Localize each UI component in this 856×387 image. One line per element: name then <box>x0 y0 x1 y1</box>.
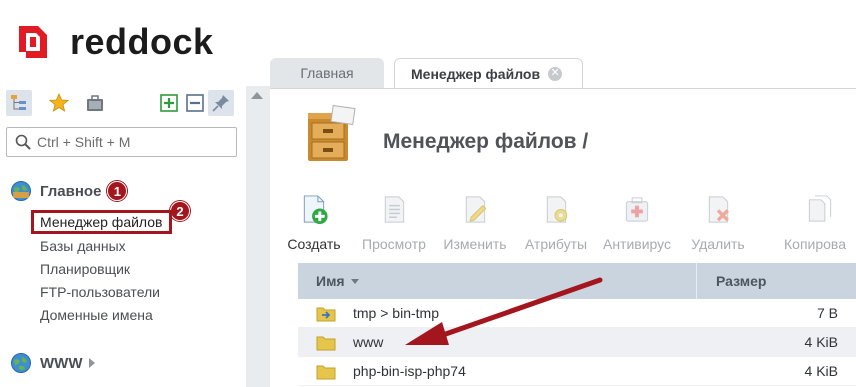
table-row[interactable]: www 4 KiB <box>298 328 856 357</box>
tree-icon <box>11 95 26 110</box>
tab-home[interactable]: Главная <box>270 58 384 88</box>
chevron-right-icon <box>89 358 96 368</box>
copy-icon <box>808 195 832 222</box>
globe-icon <box>11 181 31 201</box>
sidebar-toolbar <box>6 90 238 116</box>
tool-label: Копирова <box>784 236 846 252</box>
favorites-button[interactable] <box>46 90 72 116</box>
tab-label: Менеджер файлов <box>411 65 541 82</box>
file-cabinet-icon <box>308 105 356 161</box>
brand-name: reddock <box>70 21 214 62</box>
expand-all-icon <box>160 94 178 112</box>
step-badge: 1 <box>107 181 128 201</box>
copy-button[interactable]: Копирова <box>784 192 856 252</box>
nav-group-www[interactable]: WWW <box>10 352 96 374</box>
nav-group-main[interactable]: Главное 1 <box>10 180 128 202</box>
scroll-up-icon[interactable] <box>251 92 263 99</box>
antivirus-button[interactable]: Антивирус <box>597 192 677 252</box>
tool-label: Изменить <box>443 236 507 252</box>
file-size: 4 KiB <box>804 363 838 379</box>
step-badge: 2 <box>170 201 190 221</box>
table-row[interactable]: php-bin-isp-php74 4 KiB <box>298 357 856 386</box>
tool-label: Атрибуты <box>524 236 588 252</box>
tool-label: Просмотр <box>362 236 426 252</box>
brand: reddock <box>16 20 214 64</box>
tab-file-manager[interactable]: Менеджер файлов ✕ <box>394 58 583 88</box>
table-header: Имя Размер <box>298 263 856 299</box>
delete-button[interactable]: Удалить <box>678 192 758 252</box>
view-icon <box>384 196 405 223</box>
delete-icon <box>708 196 729 223</box>
tool-label: Антивирус <box>602 236 672 252</box>
sort-desc-icon <box>350 278 359 284</box>
create-file-icon <box>303 195 328 225</box>
tools-button[interactable] <box>82 90 108 116</box>
column-name-header[interactable]: Имя <box>316 273 359 289</box>
briefcase-icon <box>87 95 103 111</box>
file-name: php-bin-isp-php74 <box>353 363 466 379</box>
nav-group-title: WWW <box>40 354 83 372</box>
column-divider[interactable] <box>696 263 697 299</box>
sidebar: Главное 1 2 Менеджер файлов Базы данных … <box>0 80 246 387</box>
tree-view-button[interactable] <box>6 90 32 116</box>
nav-group-title: Главное <box>40 182 102 200</box>
symlink-folder-icon <box>316 307 336 322</box>
globe-icon <box>11 353 31 373</box>
collapse-all-button[interactable] <box>182 90 208 116</box>
column-label: Размер <box>716 273 767 289</box>
collapse-all-icon <box>186 94 204 112</box>
column-label: Имя <box>316 273 345 289</box>
folder-icon <box>316 336 336 351</box>
tab-label: Главная <box>300 65 354 81</box>
tool-label: Удалить <box>691 236 745 252</box>
search-icon <box>15 134 31 150</box>
pin-icon <box>212 95 229 112</box>
antivirus-icon <box>625 197 649 222</box>
edit-button[interactable]: Изменить <box>435 192 515 252</box>
close-tab-icon[interactable]: ✕ <box>548 66 563 81</box>
attributes-icon <box>546 196 568 223</box>
page-title: Менеджер файлов / <box>383 130 589 153</box>
create-button[interactable]: Создать <box>274 192 354 252</box>
file-size: 4 KiB <box>804 334 838 350</box>
folder-icon <box>316 365 336 380</box>
sidebar-item-scheduler[interactable]: Планировщик <box>40 261 130 277</box>
action-toolbar: Создать Просмотр Изменить Атрибуты Антив… <box>287 192 856 252</box>
sidebar-item-ftp-users[interactable]: FTP-пользователи <box>40 284 160 300</box>
sidebar-item-domains[interactable]: Доменные имена <box>40 307 153 323</box>
expand-all-button[interactable] <box>156 90 182 116</box>
tool-label: Создать <box>287 236 341 252</box>
view-button[interactable]: Просмотр <box>354 192 434 252</box>
attributes-button[interactable]: Атрибуты <box>516 192 596 252</box>
search-input[interactable] <box>37 134 217 150</box>
edit-icon <box>465 196 487 223</box>
sidebar-search[interactable] <box>6 127 237 157</box>
sidebar-item-databases[interactable]: Базы данных <box>40 238 126 254</box>
column-size-header[interactable]: Размер <box>716 273 766 289</box>
sidebar-scrollbar[interactable] <box>246 86 270 387</box>
sidebar-item-file-manager[interactable]: Менеджер файлов <box>31 210 172 234</box>
tab-bar: Главная Менеджер файлов ✕ <box>270 58 856 88</box>
file-size: 7 B <box>816 305 838 321</box>
file-table: Имя Размер tmp > bin-tmp 7 B www 4 KiB p… <box>298 263 856 386</box>
pin-button[interactable] <box>208 90 234 116</box>
main-panel: Менеджер файлов / Создать Просмотр Измен… <box>270 89 856 387</box>
reddock-logo-icon <box>19 26 47 58</box>
table-row[interactable]: tmp > bin-tmp 7 B <box>298 299 856 328</box>
file-name: www <box>353 334 384 350</box>
file-name: tmp > bin-tmp <box>353 305 439 321</box>
star-icon <box>49 93 69 112</box>
